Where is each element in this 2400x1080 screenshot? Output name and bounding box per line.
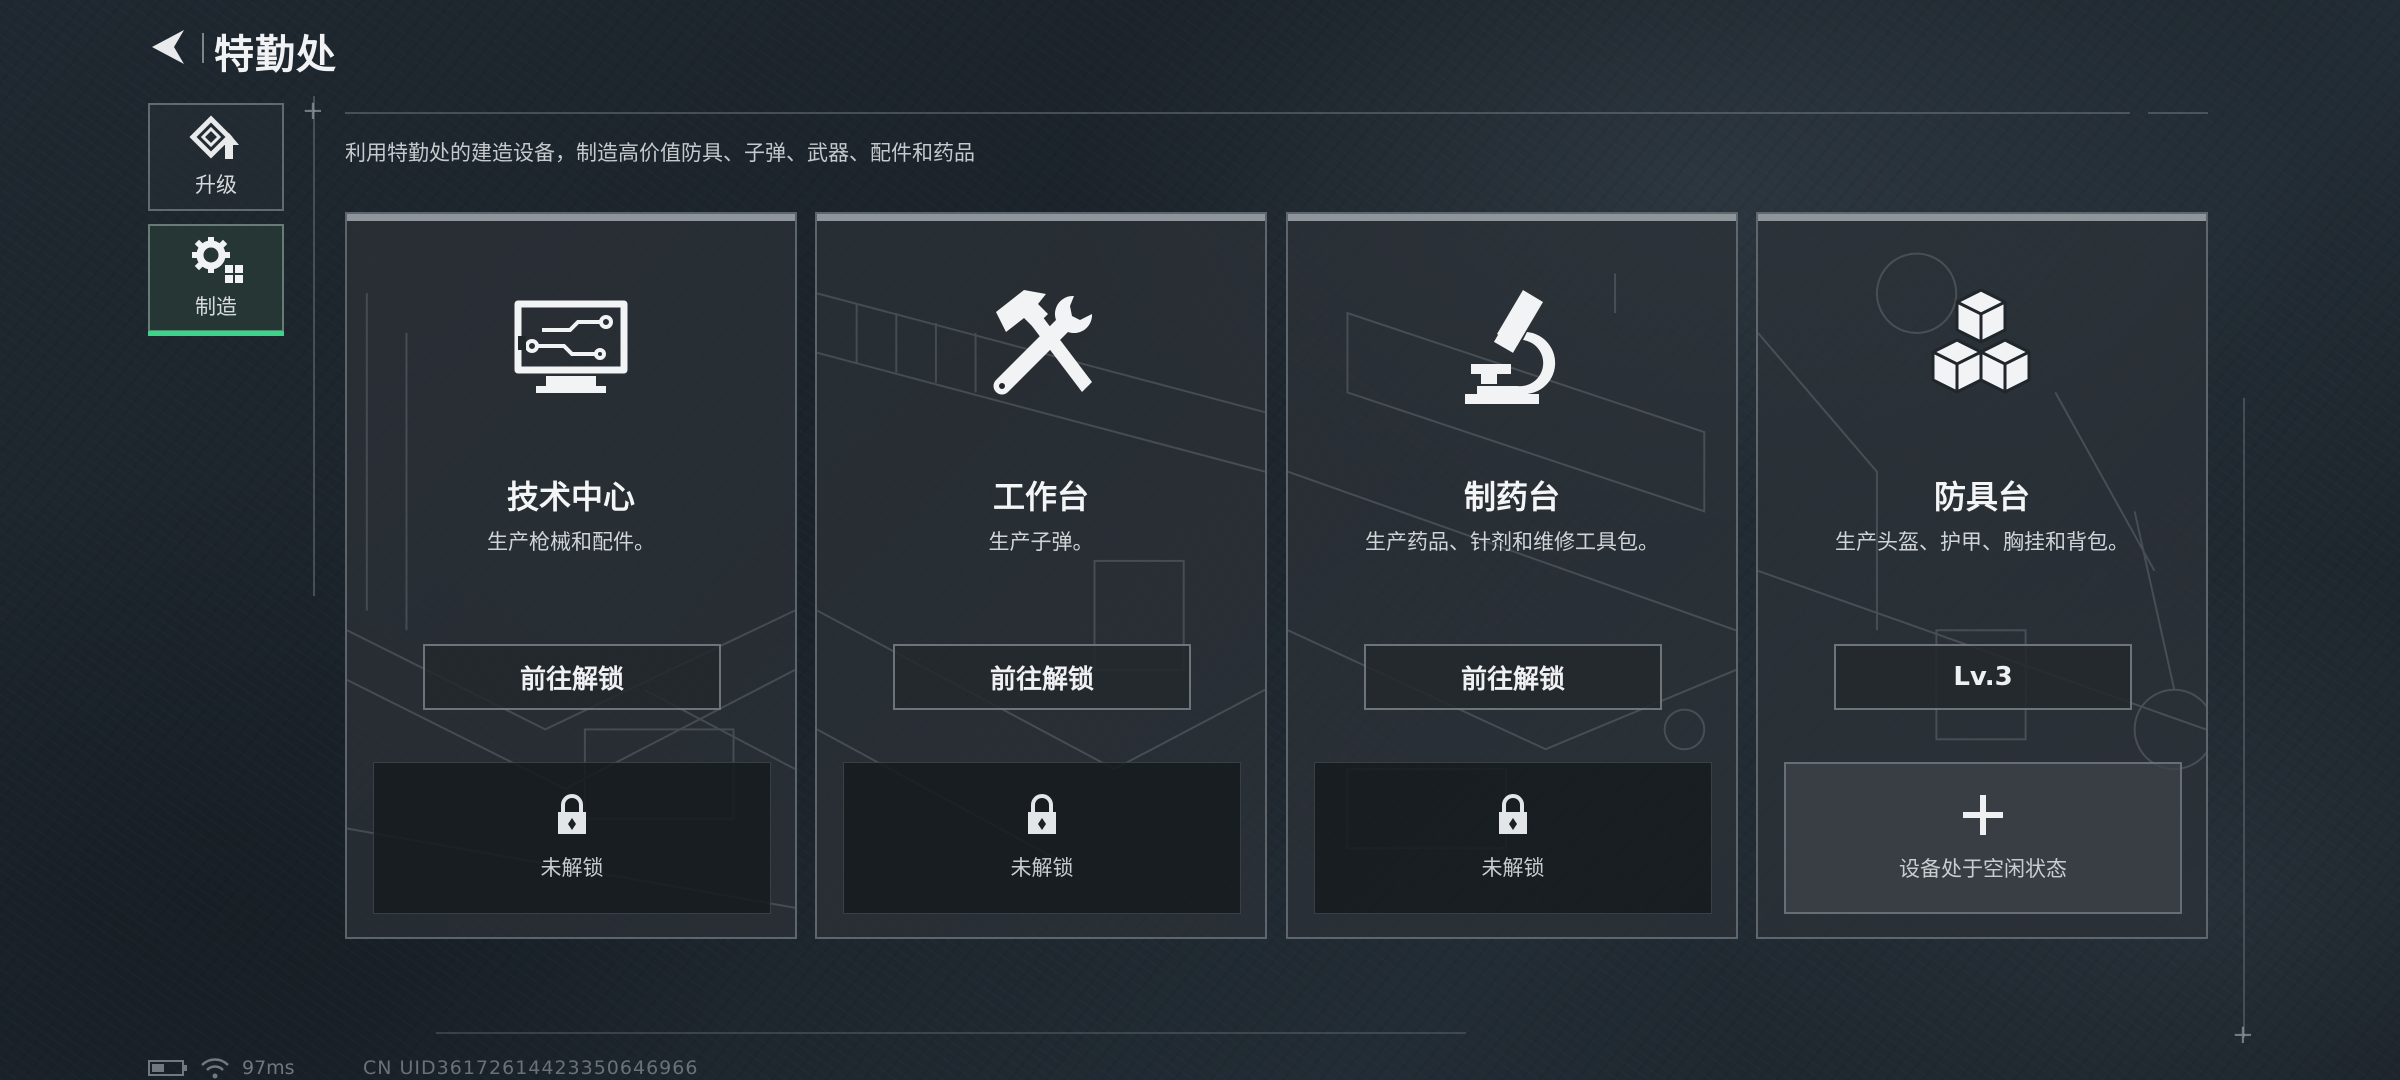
facility-card-pharmacy[interactable]: 制药台 生产药品、针剂和维修工具包。 前往解锁 未解锁 xyxy=(1286,212,1738,939)
level-button[interactable]: Lv.3 xyxy=(1834,644,2132,710)
monitor-circuit-icon xyxy=(514,300,628,393)
battery-icon xyxy=(148,1060,187,1076)
slot-status: 未解锁 xyxy=(1010,856,1074,880)
slot-status: 未解锁 xyxy=(1481,856,1545,880)
upgrade-icon xyxy=(189,115,239,159)
card-title: 制药台 xyxy=(1463,478,1560,516)
lock-icon xyxy=(1499,794,1527,834)
card-subtitle: 生产头盔、护甲、胸挂和背包。 xyxy=(1835,530,2129,554)
ping-readout: 97ms xyxy=(242,1057,295,1079)
slot-status: 设备处于空闲状态 xyxy=(1899,857,2067,881)
production-slot: 未解锁 xyxy=(1314,762,1712,914)
slot-status: 未解锁 xyxy=(540,856,604,880)
card-subtitle: 生产枪械和配件。 xyxy=(487,530,655,554)
wifi-icon xyxy=(201,1058,229,1079)
crosshair-mark: + xyxy=(2232,1020,2254,1050)
card-subtitle: 生产药品、针剂和维修工具包。 xyxy=(1365,530,1659,554)
page-title: 特勤处 xyxy=(214,32,337,78)
production-slot: 未解锁 xyxy=(373,762,771,914)
back-button[interactable] xyxy=(146,24,192,70)
production-slot-add[interactable]: 设备处于空闲状态 xyxy=(1784,762,2182,914)
status-bar: 97ms xyxy=(148,1057,295,1079)
plus-icon xyxy=(1963,795,2003,835)
microscope-icon xyxy=(1465,290,1556,404)
divider-top xyxy=(345,112,2130,114)
card-subtitle: 生产子弹。 xyxy=(988,530,1094,554)
tab-craft[interactable]: 制造 xyxy=(148,224,284,336)
hammer-wrench-icon xyxy=(993,290,1093,395)
divider-top-end xyxy=(2148,112,2208,114)
card-title: 工作台 xyxy=(992,478,1089,516)
card-title: 防具台 xyxy=(1933,478,2030,516)
active-tab-indicator xyxy=(148,331,284,336)
facility-card-armor-bench[interactable]: 防具台 生产头盔、护甲、胸挂和背包。 Lv.3 设备处于空闲状态 xyxy=(1756,212,2208,939)
lock-icon xyxy=(1028,794,1056,834)
unlock-button[interactable]: 前往解锁 xyxy=(423,644,721,710)
title-separator xyxy=(202,33,204,63)
unlock-button[interactable]: 前往解锁 xyxy=(1364,644,1662,710)
user-uid: CN UID361726144233506​46966 xyxy=(363,1057,699,1079)
unlock-button[interactable]: 前往解锁 xyxy=(893,644,1191,710)
card-title: 技术中心 xyxy=(506,478,635,516)
facility-card-tech-center[interactable]: 技术中心 生产枪械和配件。 前往解锁 未解锁 xyxy=(345,212,797,939)
divider-right xyxy=(2243,398,2245,1038)
lock-icon xyxy=(558,794,586,834)
production-slot: 未解锁 xyxy=(843,762,1241,914)
page-description: 利用特勤处的建造设备，制造高价值防具、子弹、武器、配件和药品 xyxy=(345,141,975,165)
crosshair-mark: + xyxy=(302,96,324,126)
divider-bottom xyxy=(436,1032,1466,1034)
facility-card-workbench[interactable]: 工作台 生产子弹。 前往解锁 未解锁 xyxy=(815,212,1267,939)
tab-craft-label: 制造 xyxy=(195,295,237,319)
back-arrow-icon xyxy=(152,30,184,64)
tab-upgrade-label: 升级 xyxy=(195,173,237,197)
cubes-icon xyxy=(1931,288,2031,394)
divider-vertical xyxy=(313,96,315,596)
tab-upgrade[interactable]: 升级 xyxy=(148,103,284,211)
craft-gear-icon xyxy=(192,237,243,283)
